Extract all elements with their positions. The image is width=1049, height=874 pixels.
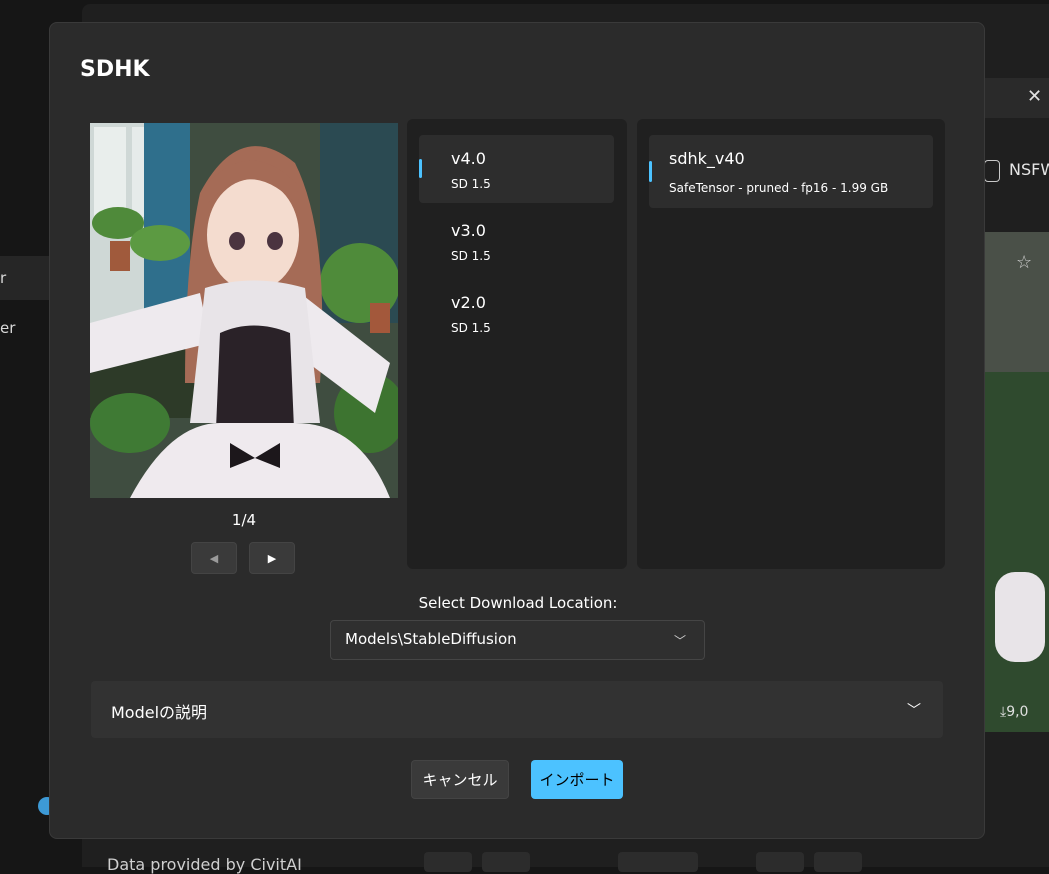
version-item-v4-0[interactable]: v4.0 SD 1.5 bbox=[419, 135, 614, 203]
version-name: v3.0 bbox=[451, 221, 486, 240]
version-base-model: SD 1.5 bbox=[451, 321, 491, 335]
version-base-model: SD 1.5 bbox=[451, 177, 491, 191]
version-name: v2.0 bbox=[451, 293, 486, 312]
background-prev-page-button[interactable] bbox=[482, 852, 530, 872]
model-description-expander[interactable]: Modelの説明 ﹀ bbox=[91, 681, 943, 738]
version-name: v4.0 bbox=[451, 149, 486, 168]
background-first-page-button[interactable] bbox=[424, 852, 472, 872]
dialog-title: SDHK bbox=[80, 57, 150, 82]
file-metadata: SafeTensor - pruned - fp16 - 1.99 GB bbox=[669, 181, 889, 195]
background-footer-text: Data provided by CivitAI bbox=[107, 855, 302, 874]
download-location-label: Select Download Location: bbox=[418, 594, 618, 612]
download-location-value: Models\StableDiffusion bbox=[345, 630, 517, 648]
import-model-dialog: SDHK 1/4 ◀ ▶ v4.0 SD 1.5 v3.0 SD 1.5 v2.… bbox=[49, 22, 985, 839]
background-close-icon[interactable]: ✕ bbox=[1027, 86, 1042, 107]
version-item-v2-0[interactable]: v2.0 SD 1.5 bbox=[419, 279, 614, 347]
chevron-down-icon: ﹀ bbox=[907, 703, 921, 719]
file-name: sdhk_v40 bbox=[669, 149, 745, 168]
model-preview-image bbox=[90, 123, 398, 498]
image-counter: 1/4 bbox=[231, 511, 257, 529]
next-triangle-icon: ▶ bbox=[267, 551, 277, 565]
background-download-count-value: 9,0 bbox=[1006, 704, 1029, 720]
background-favorite-icon[interactable]: ☆ bbox=[1016, 252, 1032, 273]
background-download-count: ⤓9,0 bbox=[1000, 704, 1029, 720]
prev-triangle-icon: ◀ bbox=[209, 551, 219, 565]
background-last-page-button[interactable] bbox=[814, 852, 862, 872]
selection-indicator bbox=[419, 159, 422, 178]
background-model-card[interactable] bbox=[985, 232, 1049, 732]
selection-indicator bbox=[649, 161, 652, 182]
file-item-sdhk-v40[interactable]: sdhk_v40 SafeTensor - pruned - fp16 - 1.… bbox=[649, 135, 933, 208]
download-location-dropdown[interactable]: Models\StableDiffusion ﹀ bbox=[330, 620, 705, 660]
import-button[interactable]: インポート bbox=[531, 760, 623, 799]
file-list: sdhk_v40 SafeTensor - pruned - fp16 - 1.… bbox=[637, 119, 945, 569]
version-item-v3-0[interactable]: v3.0 SD 1.5 bbox=[419, 207, 614, 275]
version-list: v4.0 SD 1.5 v3.0 SD 1.5 v2.0 SD 1.5 bbox=[407, 119, 627, 569]
background-nsfw-checkbox[interactable] bbox=[984, 160, 1000, 182]
version-base-model: SD 1.5 bbox=[451, 249, 491, 263]
background-page-input[interactable] bbox=[618, 852, 698, 872]
background-next-page-button[interactable] bbox=[756, 852, 804, 872]
previous-image-button[interactable]: ◀ bbox=[191, 542, 237, 574]
chevron-down-icon: ﹀ bbox=[673, 634, 686, 648]
expander-label: Modelの説明 bbox=[111, 703, 208, 722]
cancel-button[interactable]: キャンセル bbox=[411, 760, 509, 799]
next-image-button[interactable]: ▶ bbox=[249, 542, 295, 574]
background-nsfw-label: NSFW bbox=[1009, 160, 1049, 179]
